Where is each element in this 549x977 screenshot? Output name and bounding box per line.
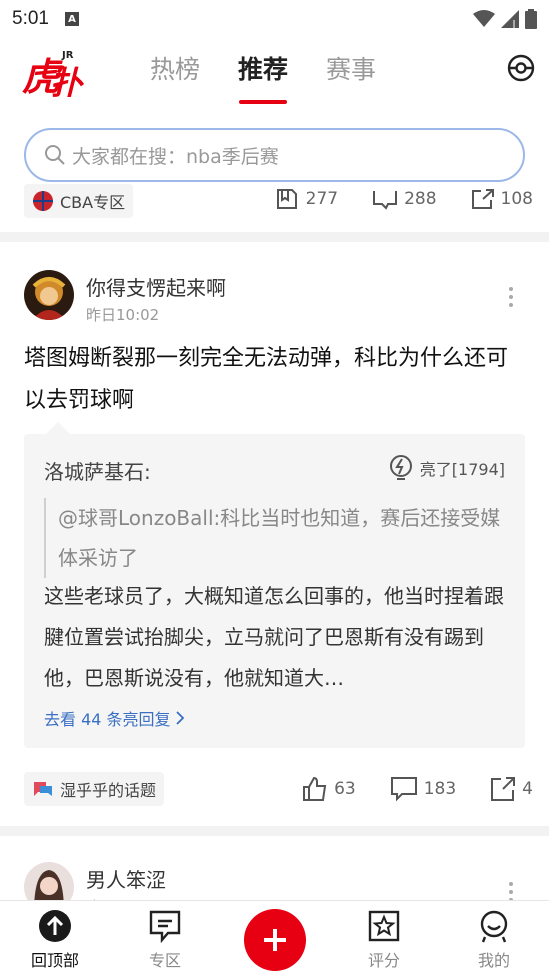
scan-icon[interactable] — [507, 54, 535, 82]
post-footer: 湿乎乎的话题 63 183 4 — [0, 772, 549, 812]
status-time: 5:01 — [12, 8, 49, 29]
more-options-icon[interactable] — [509, 882, 515, 900]
more-replies-label: 去看 44 条亮回复 — [44, 710, 171, 729]
avatar[interactable] — [24, 862, 74, 900]
quoted-text: @球哥LonzoBall:科比当时也知道，赛后还接受媒体采访了 — [44, 498, 506, 578]
topic-icon — [34, 782, 52, 796]
profile-icon — [480, 910, 508, 943]
light-count: 亮了[1794] — [419, 460, 505, 479]
more-options-icon[interactable] — [509, 287, 515, 307]
search-placeholder: 大家都在搜：nba季后赛 — [72, 145, 279, 168]
share-stat[interactable]: 4 — [490, 776, 533, 802]
recommend-count: 277 — [305, 189, 339, 209]
arrow-up-icon — [39, 910, 71, 942]
avatar-image — [24, 270, 74, 320]
chevron-right-icon — [175, 711, 184, 725]
like-count: 63 — [334, 779, 356, 799]
star-icon — [368, 910, 400, 942]
svg-text:扑: 扑 — [50, 64, 84, 98]
comment-icon — [390, 777, 417, 802]
recommend-icon — [276, 189, 297, 209]
share-count: 108 — [500, 189, 533, 209]
topic-chip-cba[interactable]: CBA专区 — [24, 184, 134, 218]
previous-card-stats: 277 288 108 — [276, 188, 533, 210]
signal-icon — [501, 10, 519, 28]
feed-post-next: 男人笨涩 昨日 — [0, 836, 549, 900]
share-icon — [471, 189, 494, 209]
light-button[interactable]: 亮了[1794] — [388, 454, 505, 482]
post-plus-button[interactable] — [244, 909, 306, 971]
tab-games[interactable]: 赛事 — [326, 50, 376, 104]
recommend-stat[interactable]: 277 — [276, 188, 338, 210]
post-username[interactable]: 你得支愣起来啊 — [86, 272, 226, 301]
reply-body: 这些老球员了，大概知道怎么回事的，他当时捏着跟腱位置尝试抬脚尖，立马就问了巴恩斯… — [44, 584, 504, 690]
nav-label: 评分 — [367, 951, 400, 970]
feed-divider — [0, 826, 549, 836]
post-title[interactable]: 塔图姆断裂那一刻完全无法动弹，科比为什么还可以去罚球啊 — [24, 338, 524, 422]
feed-tabs: 热榜 推荐 赛事 — [150, 50, 376, 104]
topic-label: CBA专区 — [60, 193, 126, 212]
chat-icon — [149, 910, 181, 943]
comment-stat[interactable]: 183 — [390, 776, 456, 802]
highlight-reply[interactable]: 洛城萨基石: 亮了[1794] @球哥LonzoBall:科比当时也知道，赛后还… — [24, 422, 525, 748]
nav-zones[interactable]: 专区 — [125, 909, 205, 971]
basketball-icon — [33, 191, 53, 211]
status-bar: 5:01 A — [0, 0, 549, 38]
post-stats: 63 183 4 — [302, 776, 533, 802]
comment-stat[interactable]: 288 — [372, 188, 437, 210]
more-replies-link[interactable]: 去看 44 条亮回复 — [44, 706, 185, 730]
thumbs-up-icon — [303, 776, 327, 801]
topic-chip[interactable]: 湿乎乎的话题 — [24, 772, 165, 806]
battery-icon — [525, 9, 537, 29]
comment-count: 288 — [404, 189, 437, 209]
wifi-icon — [473, 10, 495, 27]
previous-card-footer: CBA专区 277 288 108 — [0, 184, 549, 232]
search-icon — [45, 145, 65, 165]
post-username[interactable]: 男人笨涩 — [86, 864, 166, 893]
share-count: 4 — [522, 779, 533, 799]
comment-icon — [373, 191, 398, 210]
bottom-navigation: 回顶部 专区 评分 我的 — [0, 900, 549, 977]
lightbulb-icon — [389, 455, 412, 480]
nav-ratings[interactable]: 评分 — [344, 909, 424, 971]
nav-label: 专区 — [148, 951, 181, 970]
plus-icon — [264, 929, 286, 951]
status-icons — [473, 9, 537, 29]
share-stat[interactable]: 108 — [471, 188, 533, 210]
avatar-image — [24, 862, 74, 900]
share-icon — [491, 777, 516, 801]
post-time: 昨日10:02 — [86, 306, 160, 324]
feed-divider — [0, 232, 549, 242]
avatar[interactable] — [24, 270, 74, 320]
tab-hot[interactable]: 热榜 — [150, 50, 200, 104]
nav-back-to-top[interactable]: 回顶部 — [15, 909, 95, 971]
notification-icon: A — [64, 12, 79, 26]
top-navigation: 虎 扑 JR 热榜 推荐 赛事 — [0, 38, 549, 116]
nav-profile[interactable]: 我的 — [454, 909, 534, 971]
comment-count: 183 — [423, 779, 457, 799]
reply-author: 洛城萨基石: — [44, 460, 151, 484]
nav-label: 我的 — [477, 951, 510, 970]
hupu-logo[interactable]: 虎 扑 JR — [22, 46, 84, 98]
tab-recommend[interactable]: 推荐 — [238, 50, 288, 104]
like-stat[interactable]: 63 — [302, 776, 356, 802]
svg-text:JR: JR — [61, 50, 74, 61]
topic-label: 湿乎乎的话题 — [60, 781, 157, 800]
nav-label: 回顶部 — [30, 951, 79, 970]
search-input[interactable]: 大家都在搜：nba季后赛 — [24, 128, 525, 182]
